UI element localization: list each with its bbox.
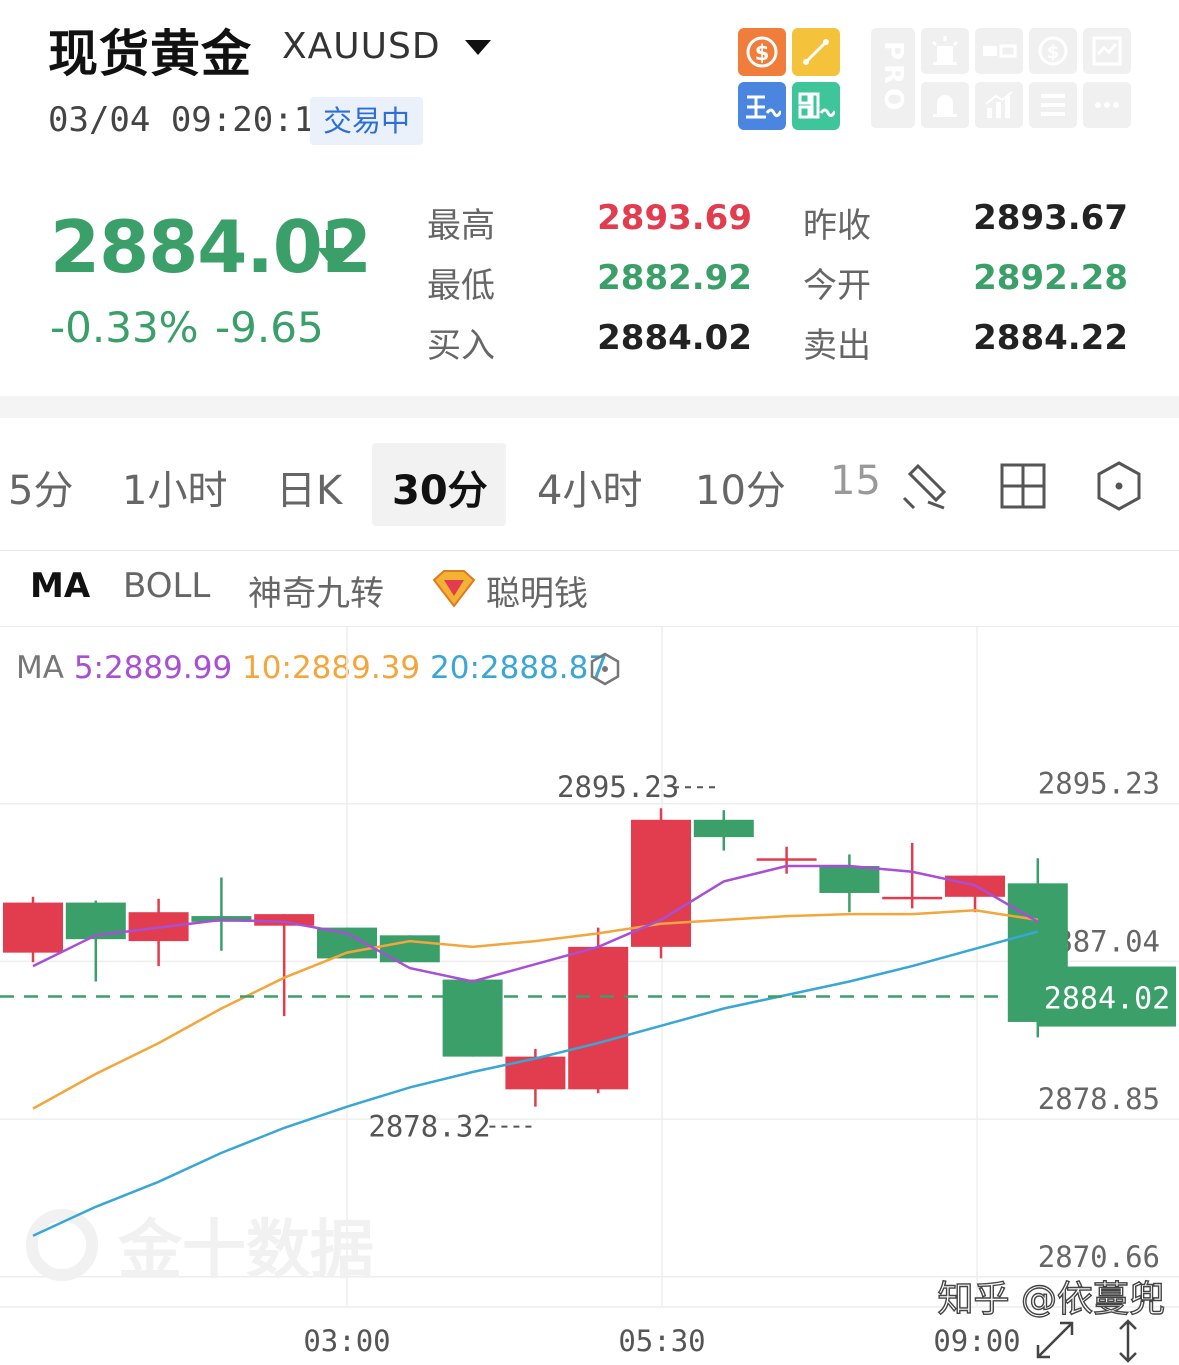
chevron-down-icon[interactable]: [465, 40, 491, 55]
x-axis-label: 05:30: [618, 1324, 705, 1358]
current-price-label: 2884.02: [1044, 982, 1170, 1017]
svg-text:$: $: [1047, 42, 1060, 63]
y-axis-label: 2895.23: [1038, 767, 1160, 801]
diamond-icon: [430, 568, 478, 614]
candle: [693, 810, 754, 851]
stat-value: 2884.02: [597, 318, 752, 358]
candle-body: [442, 979, 503, 1057]
tab-1hour[interactable]: 1小时: [122, 458, 227, 516]
change-percent: -0.33%: [50, 303, 199, 352]
candlestick-chart[interactable]: 2895.232887.042878.852870.66金十数据2884.022…: [0, 627, 1179, 1365]
alert-icon[interactable]: [921, 28, 969, 74]
sub-chart-icon[interactable]: [792, 82, 840, 130]
tab-daily[interactable]: 日K: [276, 458, 342, 516]
candle-body: [379, 935, 440, 963]
vertical-scale-icon[interactable]: [1119, 1319, 1137, 1363]
instrument-title: 现货黄金: [48, 25, 252, 83]
x-axis-label: 03:00: [303, 1324, 390, 1358]
compare-icon[interactable]: [975, 28, 1023, 74]
arrow-down-icon: [315, 228, 345, 272]
indicator-smart-money[interactable]: 聪明钱: [486, 566, 588, 615]
candle-body: [3, 902, 63, 953]
stat-value: 2892.28: [973, 258, 1128, 298]
candle: [65, 900, 126, 982]
indicator-ma[interactable]: MA: [30, 566, 90, 606]
candle-body: [693, 819, 754, 838]
indicator-boll[interactable]: BOLL: [123, 566, 210, 606]
tab-divider: [0, 550, 1179, 551]
layout-grid-icon[interactable]: [998, 461, 1048, 515]
candle: [819, 854, 880, 913]
stat-label: 最高: [427, 206, 495, 246]
stat-value: 2884.22: [973, 318, 1128, 358]
more-icon[interactable]: [1083, 82, 1131, 128]
watermark-logo-icon: [26, 1209, 98, 1281]
watermark-text: 金十数据: [117, 1214, 374, 1288]
candle: [379, 935, 440, 963]
tab-5min[interactable]: 5分: [8, 458, 73, 516]
symbol-selector[interactable]: XAUUSD: [282, 26, 441, 67]
quote-datetime: 03/04 09:20:14: [48, 100, 335, 140]
report-icon[interactable]: [1083, 28, 1131, 74]
draw-tool-icon[interactable]: [898, 458, 954, 518]
change-value: -9.65: [215, 303, 324, 352]
low-price-label: 2878.32: [368, 1110, 490, 1144]
candle-body: [819, 866, 880, 893]
candle: [3, 896, 63, 963]
stat-value: 2893.69: [597, 198, 752, 238]
alarm-icon[interactable]: [921, 82, 969, 128]
main-chart-icon[interactable]: [738, 82, 786, 130]
candle-body: [505, 1056, 566, 1090]
stat-value: 2893.67: [973, 198, 1128, 238]
list-icon[interactable]: [1029, 82, 1077, 128]
line-tool-icon[interactable]: [792, 28, 840, 76]
svg-text:$: $: [755, 41, 770, 65]
tab-4hour[interactable]: 4小时: [537, 458, 642, 516]
candle-body: [568, 946, 629, 1090]
settings-hexagon-icon[interactable]: [1093, 459, 1145, 517]
stat-label: 今开: [803, 266, 871, 306]
candle: [631, 808, 691, 959]
expand-icon[interactable]: [1036, 1321, 1074, 1359]
pro-label: PRO: [878, 41, 908, 115]
tab-30min[interactable]: 30分: [392, 458, 488, 516]
trading-status-badge: 交易中: [310, 97, 424, 145]
candle: [756, 846, 817, 874]
tab-10min[interactable]: 10分: [695, 458, 786, 516]
y-axis-label: 2878.85: [1038, 1082, 1160, 1116]
stat-label: 买入: [427, 326, 495, 366]
candle-body: [756, 858, 817, 861]
stat-label: 最低: [427, 266, 495, 306]
pro-icon[interactable]: PRO: [871, 28, 915, 128]
candle: [191, 877, 252, 951]
x-axis-label: 09:00: [933, 1324, 1020, 1358]
ma5-line: [32, 864, 1039, 983]
credit-text: 知乎 @依蔓兜: [938, 1279, 1165, 1320]
high-price-label: 2895.23: [557, 770, 679, 804]
dollar-icon[interactable]: $: [738, 28, 786, 76]
candle: [128, 898, 189, 967]
money-icon[interactable]: $: [1029, 28, 1077, 74]
stat-value: 2882.92: [597, 258, 752, 298]
candle: [254, 914, 315, 1017]
stats-icon[interactable]: [975, 82, 1023, 128]
section-divider: [0, 396, 1179, 418]
tab-15min[interactable]: 15: [830, 458, 878, 504]
candle-body: [882, 896, 943, 900]
y-axis-label: 2870.66: [1038, 1240, 1160, 1274]
stat-label: 昨收: [803, 206, 871, 246]
stat-label: 卖出: [803, 326, 871, 366]
indicator-td9[interactable]: 神奇九转: [248, 566, 384, 615]
candle: [442, 979, 503, 1057]
